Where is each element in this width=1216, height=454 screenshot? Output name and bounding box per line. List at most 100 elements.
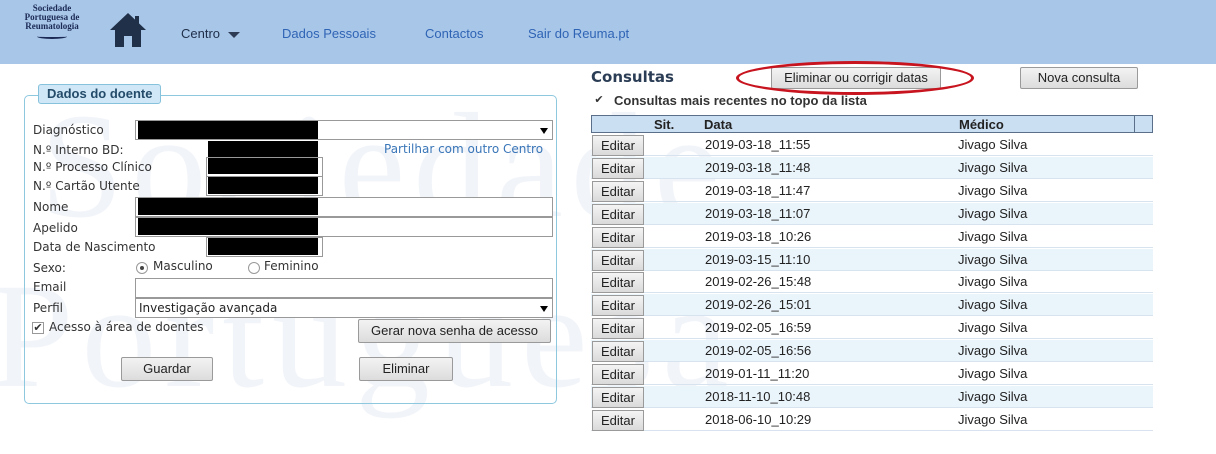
table-row: Editar 2019-03-18_11:07 Jivago Silva (591, 202, 1153, 225)
sexo-masculino-radio[interactable] (136, 262, 148, 274)
consultation-date: 2019-03-18_11:55 (705, 137, 811, 152)
nav-dados-pessoais[interactable]: Dados Pessoais (282, 26, 376, 41)
edit-consultation-button[interactable]: Editar (592, 295, 644, 317)
sexo-masculino-label: Masculino (153, 259, 213, 273)
label-nascimento: Data de Nascimento (33, 240, 156, 254)
consultation-date: 2019-02-05_16:59 (705, 320, 812, 336)
consultation-doctor: Jivago Silva (958, 274, 1028, 290)
consultation-doctor: Jivago Silva (958, 137, 1028, 152)
consultation-date: 2019-02-26_15:01 (705, 297, 812, 313)
acesso-label: Acesso à área de doentes (49, 320, 204, 334)
label-cartao: N.º Cartão Utente (33, 179, 140, 193)
dropdown-arrow-icon (540, 128, 548, 134)
table-row: Editar 2019-03-18_11:47 Jivago Silva (591, 180, 1153, 202)
consultation-date: 2019-02-26_15:48 (705, 274, 812, 290)
consultation-doctor: Jivago Silva (958, 388, 1028, 404)
edit-consultation-button[interactable]: Editar (592, 180, 644, 202)
consultation-date: 2019-03-18_11:07 (705, 205, 811, 221)
edit-consultation-button[interactable]: Editar (592, 226, 644, 248)
table-row: Editar 2019-03-18_11:48 Jivago Silva (591, 156, 1153, 179)
consultation-date: 2019-02-05_16:56 (705, 343, 812, 359)
label-processo: N.º Processo Clínico (33, 160, 152, 174)
consultation-doctor: Jivago Silva (958, 251, 1028, 267)
redacted-value (208, 238, 318, 255)
label-email: Email (33, 280, 67, 294)
generate-password-button[interactable]: Gerar nova senha de acesso (358, 319, 551, 343)
consultation-date: 2018-06-10_10:29 (705, 411, 812, 427)
red-highlight-ellipse (736, 61, 974, 95)
col-data: Data (704, 117, 733, 132)
nav-sair[interactable]: Sair do Reuma.pt (528, 26, 629, 41)
nav-contactos[interactable]: Contactos (425, 26, 484, 41)
table-row: Editar 2019-03-18_11:55 Jivago Silva (591, 134, 1153, 156)
nav-centro-dropdown[interactable]: Centro (181, 26, 241, 41)
recent-top-checkbox[interactable]: ✔ (593, 95, 605, 107)
logo-emblem (37, 34, 67, 39)
consultas-title: Consultas (591, 68, 674, 86)
email-input[interactable] (135, 278, 553, 298)
edit-consultation-button[interactable]: Editar (592, 318, 644, 340)
perfil-selected-value: Investigação avançada (139, 301, 278, 315)
label-diagnostico: Diagnóstico (33, 123, 104, 137)
redacted-value (138, 198, 318, 215)
consultation-doctor: Jivago Silva (958, 366, 1028, 381)
recent-top-label: Consultas mais recentes no topo da lista (614, 93, 867, 108)
caret-down-icon (228, 31, 241, 38)
perfil-select[interactable]: Investigação avançada (135, 298, 553, 318)
table-row: Editar 2019-02-26_15:01 Jivago Silva (591, 294, 1153, 317)
consultation-doctor: Jivago Silva (958, 320, 1028, 336)
edit-consultation-button[interactable]: Editar (592, 341, 644, 363)
consultation-doctor: Jivago Silva (958, 297, 1028, 313)
table-row: Editar 2019-02-05_16:59 Jivago Silva (591, 317, 1153, 340)
consultation-doctor: Jivago Silva (958, 343, 1028, 359)
consultation-date: 2019-03-18_10:26 (705, 228, 812, 244)
redacted-value (138, 121, 318, 139)
col-sit: Sit. (654, 117, 675, 132)
edit-consultation-button[interactable]: Editar (592, 409, 644, 431)
consultation-doctor: Jivago Silva (958, 205, 1028, 221)
top-navigation-bar: Sociedade Portuguesa de Reumatologia Cen… (0, 0, 1216, 64)
consultation-doctor: Jivago Silva (958, 182, 1028, 198)
consultation-date: 2019-03-15_11:10 (705, 251, 811, 267)
new-consultation-button[interactable]: Nova consulta (1020, 67, 1138, 89)
edit-consultation-button[interactable]: Editar (592, 157, 644, 179)
label-apelido: Apelido (33, 221, 78, 235)
patient-panel-legend: Dados do doente (38, 84, 162, 104)
consultation-date: 2018-11-10_10:48 (705, 388, 811, 404)
label-interno: N.º Interno BD: (33, 143, 124, 157)
consultation-date: 2019-03-18_11:47 (705, 182, 811, 198)
edit-consultation-button[interactable]: Editar (592, 249, 644, 271)
header-separator (1134, 116, 1135, 132)
edit-consultation-button[interactable]: Editar (592, 272, 644, 294)
redacted-value (208, 177, 318, 194)
home-icon[interactable] (108, 10, 148, 50)
logo-text-line: Reumatologia (25, 21, 79, 31)
acesso-checkbox[interactable]: ✔ (32, 322, 44, 334)
table-row: Editar 2018-11-10_10:48 Jivago Silva (591, 385, 1153, 408)
redacted-value (208, 141, 318, 157)
label-sexo: Sexo: (33, 261, 66, 275)
table-row: Editar 2019-02-26_15:48 Jivago Silva (591, 271, 1153, 294)
table-row: Editar 2019-03-18_10:26 Jivago Silva (591, 226, 1153, 248)
consultation-doctor: Jivago Silva (958, 228, 1028, 244)
edit-consultation-button[interactable]: Editar (592, 135, 644, 156)
redacted-value (208, 158, 318, 174)
sexo-feminino-label: Feminino (264, 259, 319, 273)
col-medico: Médico (959, 117, 1004, 132)
table-row: Editar 2019-01-11_11:20 Jivago Silva (591, 363, 1153, 385)
sexo-feminino-radio[interactable] (248, 262, 260, 274)
consultation-doctor: Jivago Silva (958, 411, 1028, 427)
edit-consultation-button[interactable]: Editar (592, 203, 644, 225)
edit-consultation-button[interactable]: Editar (592, 364, 644, 385)
edit-consultation-button[interactable]: Editar (592, 386, 644, 408)
label-perfil: Perfil (33, 301, 64, 315)
delete-patient-button[interactable]: Eliminar (359, 357, 453, 381)
share-with-center-link[interactable]: Partilhar com outro Centro (384, 142, 543, 156)
consultas-table-header: Sit. Data Médico (591, 115, 1153, 133)
table-row: Editar 2018-06-10_10:29 Jivago Silva (591, 409, 1153, 431)
consultation-date: 2019-03-18_11:48 (705, 159, 811, 175)
consultation-doctor: Jivago Silva (958, 159, 1028, 175)
save-button[interactable]: Guardar (121, 357, 213, 381)
redacted-value (138, 218, 318, 235)
spr-logo[interactable]: Sociedade Portuguesa de Reumatologia (20, 4, 84, 60)
